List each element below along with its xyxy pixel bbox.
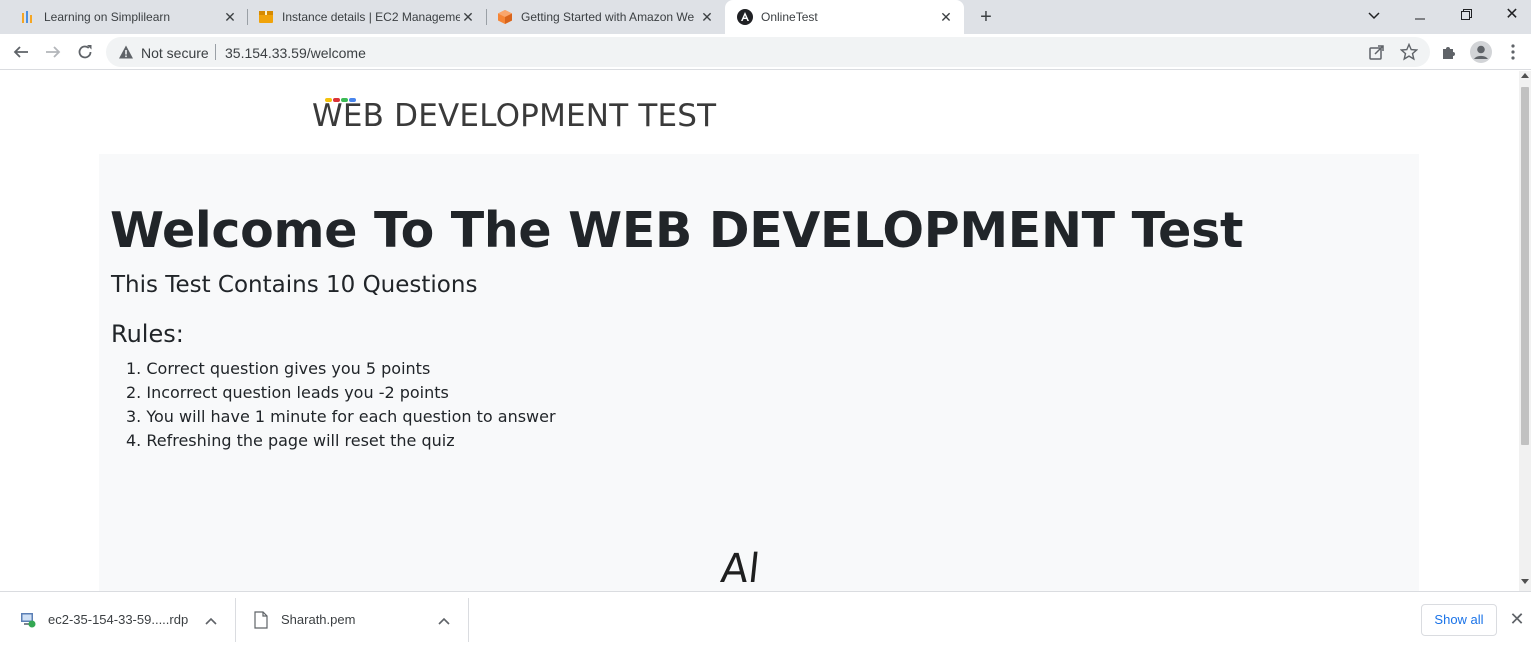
bookmark-star-icon[interactable] <box>1399 42 1419 66</box>
security-status[interactable]: Not secure <box>141 45 209 61</box>
download-filename: ec2-35-154-33-59.....rdp <box>48 612 189 627</box>
new-tab-button[interactable]: + <box>976 7 996 27</box>
tab-search-icon[interactable] <box>1351 0 1397 30</box>
download-item-pem[interactable]: Sharath.pem <box>254 592 355 647</box>
file-icon <box>254 610 270 629</box>
rule-item: 2. Incorrect question leads you -2 point… <box>126 383 449 402</box>
warning-icon[interactable] <box>118 44 134 65</box>
address-bar[interactable]: Not secure 35.154.33.59/welcome <box>106 37 1430 67</box>
extensions-puzzle-icon[interactable] <box>1437 40 1461 64</box>
chevron-up-icon[interactable] <box>438 612 452 626</box>
site-title: WEB DEVELOPMENT TEST <box>312 98 717 134</box>
profile-avatar-icon[interactable] <box>1469 40 1493 64</box>
close-icon[interactable]: ✕ <box>1508 610 1526 628</box>
download-divider <box>468 598 469 642</box>
welcome-heading: Welcome To The WEB DEVELOPMENT Test <box>110 202 1244 259</box>
omnibox-divider <box>215 44 216 60</box>
url-text[interactable]: 35.154.33.59/welcome <box>225 45 366 61</box>
close-icon[interactable]: ✕ <box>699 9 715 25</box>
forward-button[interactable] <box>41 40 65 64</box>
scroll-down-arrow-icon[interactable] <box>1521 579 1529 584</box>
rdp-file-icon <box>20 612 36 628</box>
browser-toolbar: Not secure 35.154.33.59/welcome <box>0 34 1531 70</box>
broken-image-text: Al <box>718 546 762 591</box>
rule-item: 4. Refreshing the page will reset the qu… <box>126 431 455 450</box>
aws-box-icon <box>258 9 274 25</box>
rule-item: 1. Correct question gives you 5 points <box>126 359 431 378</box>
close-icon[interactable]: ✕ <box>460 9 476 25</box>
tab-strip: Learning on Simplilearn ✕ Instance detai… <box>0 0 1531 34</box>
welcome-panel: Welcome To The WEB DEVELOPMENT Test This… <box>99 154 1419 591</box>
chevron-up-icon[interactable] <box>205 612 219 626</box>
tab-title: OnlineTest <box>761 10 818 24</box>
download-filename: Sharath.pem <box>281 612 356 627</box>
minimize-button[interactable] <box>1397 0 1443 30</box>
tab-title: Learning on Simplilearn <box>44 10 171 24</box>
simplilearn-icon <box>20 9 36 25</box>
restore-button[interactable] <box>1443 0 1489 30</box>
download-divider <box>235 598 236 642</box>
rules-list: 1. Correct question gives you 5 points 2… <box>126 357 556 453</box>
back-button[interactable] <box>9 40 33 64</box>
reload-button[interactable] <box>73 40 97 64</box>
scroll-thumb[interactable] <box>1521 87 1529 445</box>
tab-ec2-instance[interactable]: Instance details | EC2 Manageme ✕ <box>238 0 486 34</box>
downloads-bar: ec2-35-154-33-59.....rdp Sharath.pem Sho… <box>0 591 1531 646</box>
close-icon[interactable]: ✕ <box>938 9 954 25</box>
page-viewport: WEB DEVELOPMENT TEST Welcome To The WEB … <box>0 71 1519 591</box>
rules-heading: Rules: <box>111 320 184 348</box>
menu-kebab-icon[interactable] <box>1501 40 1525 64</box>
tab-title: Getting Started with Amazon We <box>521 10 695 24</box>
scroll-up-arrow-icon[interactable] <box>1521 73 1529 78</box>
tab-aws-getting-started[interactable]: Getting Started with Amazon We ✕ <box>477 0 725 34</box>
rule-item: 3. You will have 1 minute for each quest… <box>126 407 556 426</box>
aws-cube-icon <box>497 9 513 25</box>
question-count-text: This Test Contains 10 Questions <box>111 272 478 298</box>
angular-icon <box>737 9 753 25</box>
page-scrollbar[interactable] <box>1519 71 1531 591</box>
tab-title: Instance details | EC2 Manageme <box>282 10 460 24</box>
download-item-rdp[interactable]: ec2-35-154-33-59.....rdp <box>20 592 188 647</box>
close-window-button[interactable]: ✕ <box>1489 0 1531 30</box>
tab-onlinetest[interactable]: OnlineTest ✕ <box>725 0 964 34</box>
show-all-button[interactable]: Show all <box>1421 604 1497 636</box>
close-icon[interactable]: ✕ <box>222 9 238 25</box>
tab-simplilearn[interactable]: Learning on Simplilearn ✕ <box>0 0 248 34</box>
share-icon[interactable] <box>1368 43 1386 66</box>
